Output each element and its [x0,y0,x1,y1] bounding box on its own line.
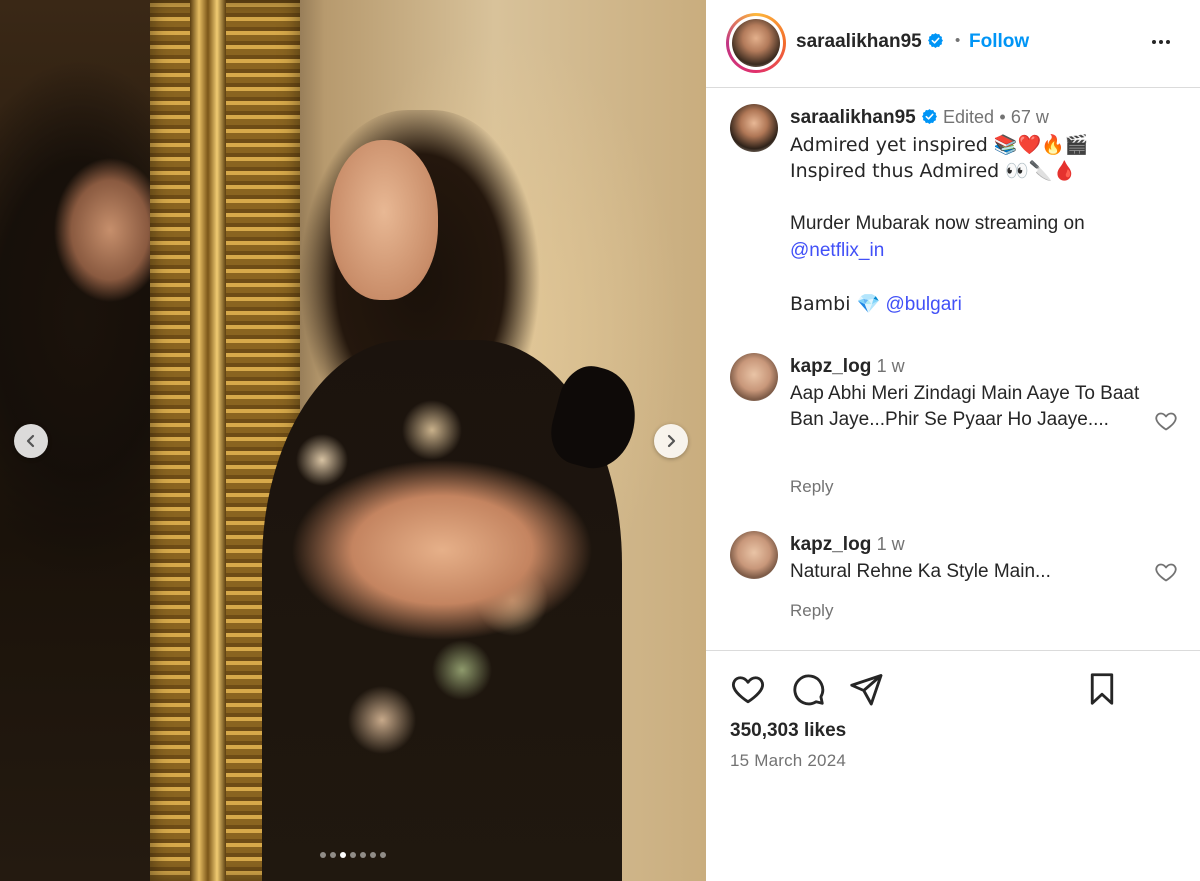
chevron-right-icon [667,434,676,448]
carousel-dot [380,852,386,858]
carousel-dot [350,852,356,858]
header-separator: • [955,32,961,49]
carousel-dots [0,852,706,858]
caption-line-3: Murder Mubarak now streaming on [790,213,1085,234]
comment: kapz_log 1 w Natural Rehne Ka Style Main… [790,531,1140,585]
edited-label: Edited [942,107,995,127]
caption-header-line: saraalikhan95 Edited • 67 w [790,104,1160,132]
post-date[interactable]: 15 March 2024 [730,751,846,771]
post-photo[interactable] [0,0,706,881]
mention-link[interactable]: @netflix_in [790,240,884,261]
comment-age[interactable]: 1 w [877,356,905,376]
caption-username[interactable]: saraalikhan95 [790,107,916,128]
caption-line-4: Bambi 💎 [790,292,881,315]
comment-avatar[interactable] [730,353,778,401]
comment-age[interactable]: 1 w [877,534,905,554]
bookmark-icon[interactable] [1084,671,1120,707]
caption-avatar[interactable] [730,104,778,152]
reply-button[interactable]: Reply [790,601,833,621]
comment-avatar[interactable] [730,531,778,579]
divider [706,650,1200,651]
caption: saraalikhan95 Edited • 67 w Admired yet … [790,104,1160,318]
carousel-dot [320,852,326,858]
likes-count[interactable]: 350,303 likes [730,720,846,742]
chevron-left-icon [26,434,35,448]
avatar[interactable] [726,13,786,73]
comments-section[interactable]: saraalikhan95 Edited • 67 w Admired yet … [706,89,1200,649]
heart-icon[interactable] [730,671,766,707]
post-header: saraalikhan95 • Follow [706,0,1200,88]
figure-face [330,140,438,300]
carousel-dot [340,852,346,858]
reply-button[interactable]: Reply [790,477,833,497]
caption-line-2: Inspired thus Admired 👀🔪🩸 [790,160,1077,182]
caption-line-1: Admired yet inspired 📚❤️🔥🎬 [790,133,1089,156]
carousel-dot [360,852,366,858]
comment-username[interactable]: kapz_log [790,534,871,555]
heart-icon[interactable] [1154,409,1178,433]
carousel-next-button[interactable] [654,424,688,458]
heart-icon[interactable] [1154,560,1178,584]
caption-separator: • [999,107,1006,127]
figure-arm [262,400,592,650]
header-username-text[interactable]: saraalikhan95 [796,31,922,52]
comment-text: Natural Rehne Ka Style Main... [790,560,1051,582]
comment-icon[interactable] [790,671,826,707]
header-username[interactable]: saraalikhan95 [796,31,944,53]
comment-username[interactable]: kapz_log [790,356,871,377]
follow-button[interactable]: Follow [969,31,1029,53]
share-icon[interactable] [848,671,884,707]
comment-text: Aap Abhi Meri Zindagi Main Aaye To Baat … [790,382,1140,431]
post-sidebar: saraalikhan95 • Follow saraalikhan95 Edi… [706,0,1200,881]
carousel-prev-button[interactable] [14,424,48,458]
verified-badge-icon [921,109,937,124]
carousel-dot [330,852,336,858]
carousel-dot [370,852,376,858]
comment: kapz_log 1 w Aap Abhi Meri Zindagi Main … [790,353,1140,434]
avatar-image [732,19,780,67]
mention-link[interactable]: @bulgari [886,294,962,315]
more-options-icon[interactable] [1146,30,1176,54]
verified-badge-icon [927,33,943,48]
caption-age[interactable]: 67 w [1011,107,1049,127]
